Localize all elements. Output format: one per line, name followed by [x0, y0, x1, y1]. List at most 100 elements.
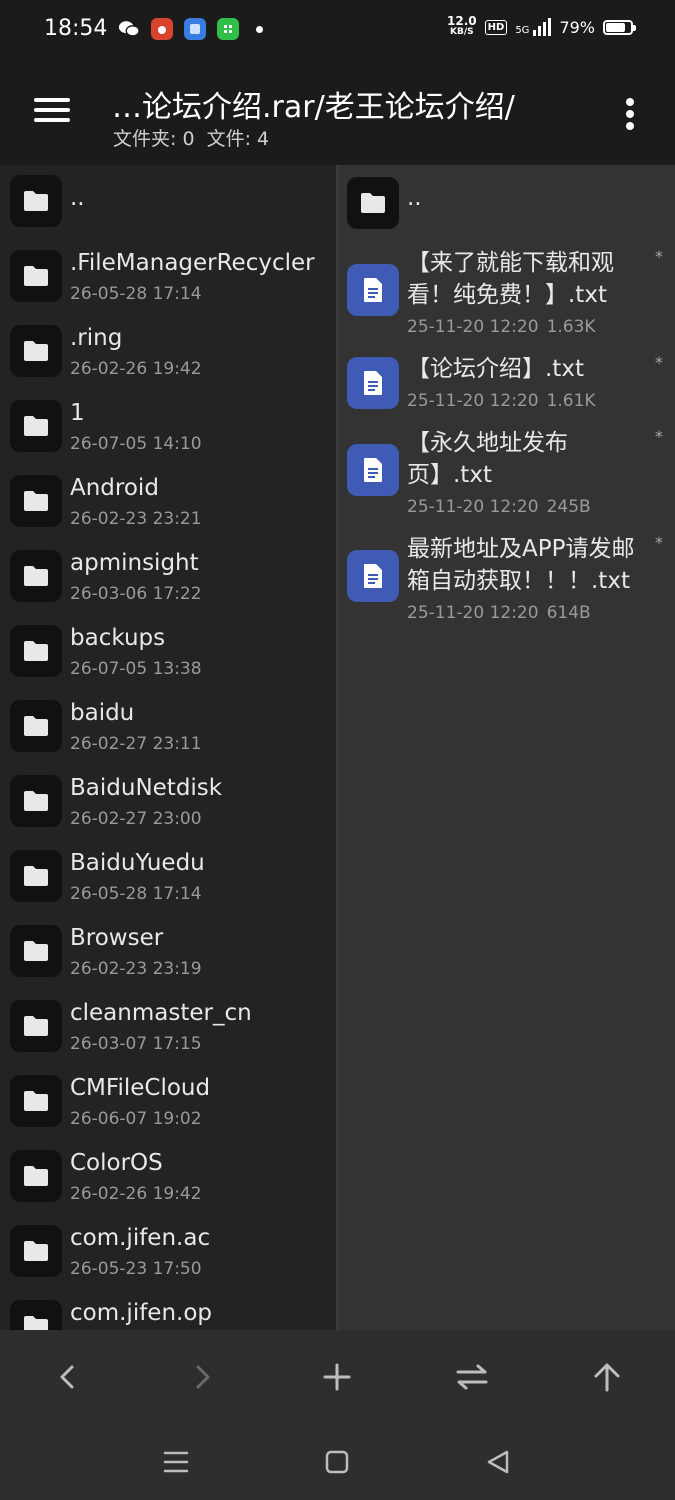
more-options-icon[interactable]: [620, 96, 640, 132]
parent-folder-row[interactable]: ..: [339, 177, 675, 237]
folder-icon: [347, 177, 399, 229]
file-mark: *: [655, 533, 663, 552]
file-size: 1.63K: [546, 317, 596, 337]
folder-name: backups: [70, 625, 166, 651]
swap-panes-icon[interactable]: [447, 1352, 497, 1402]
folder-icon: [10, 325, 62, 377]
text-file-icon: [347, 444, 399, 496]
file-mark: *: [655, 427, 663, 446]
menu-icon[interactable]: [32, 96, 72, 126]
folder-row[interactable]: CMFileCloud 26-06-07 19:02: [0, 1075, 336, 1145]
folder-icon: [10, 475, 62, 527]
file-name: 【论坛介绍】.txt: [407, 353, 637, 385]
file-date-size: 25-11-20 12:20 614B: [407, 603, 591, 623]
up-arrow-icon[interactable]: [582, 1352, 632, 1402]
file-row[interactable]: 【论坛介绍】.txt 25-11-20 12:20 1.61K *: [339, 353, 675, 419]
parent-folder-label: ..: [407, 185, 422, 211]
folder-row[interactable]: .FileManagerRecycler 26-05-28 17:14: [0, 250, 336, 320]
file-name-line1: 最新地址及APP请发邮: [407, 536, 635, 562]
file-mark: *: [655, 247, 663, 266]
home-icon[interactable]: [317, 1442, 357, 1482]
folder-name: BaiduNetdisk: [70, 775, 223, 801]
folder-date: 26-05-23 17:50: [70, 1259, 202, 1279]
folder-name: apminsight: [70, 550, 199, 576]
folder-row[interactable]: apminsight 26-03-06 17:22: [0, 550, 336, 620]
folder-date: 26-02-26 19:42: [70, 359, 202, 379]
text-file-icon: [347, 550, 399, 602]
folder-name: 1: [70, 400, 85, 426]
folder-date: 26-02-26 19:42: [70, 1184, 202, 1204]
file-date-size: 25-11-20 12:20 1.61K: [407, 391, 596, 411]
folder-row[interactable]: cleanmaster_cn 26-03-07 17:15: [0, 1000, 336, 1070]
file-size: 1.61K: [546, 391, 596, 411]
folder-row[interactable]: baidu 26-02-27 23:11: [0, 700, 336, 770]
folder-icon: [10, 1000, 62, 1052]
status-right: 12.0 KB/S HD 5G 79%: [447, 15, 636, 38]
folder-row[interactable]: Android 26-02-23 23:21: [0, 475, 336, 545]
file-name-line1: 【来了就能下载和观: [407, 250, 614, 276]
hd-icon: HD: [484, 19, 508, 35]
notification-icons: [118, 18, 263, 40]
folder-icon: [10, 775, 62, 827]
folder-icon: [10, 1300, 62, 1330]
folder-row[interactable]: ColorOS 26-02-26 19:42: [0, 1150, 336, 1220]
folder-name: .FileManagerRecycler: [70, 250, 315, 276]
bottom-toolbar: [0, 1330, 675, 1420]
path-title: …论坛介绍.rar/老王论坛介绍/: [112, 90, 515, 125]
file-date: 25-11-20 12:20: [407, 603, 539, 623]
folder-row[interactable]: BaiduYuedu 26-05-28 17:14: [0, 850, 336, 920]
folder-icon: [10, 1225, 62, 1277]
folder-icon: [10, 175, 62, 227]
parent-folder-label: ..: [70, 185, 85, 211]
file-mark: *: [655, 353, 663, 372]
file-date: 25-11-20 12:20: [407, 317, 539, 337]
folder-row[interactable]: BaiduNetdisk 26-02-27 23:00: [0, 775, 336, 845]
folder-name: Android: [70, 475, 159, 501]
folder-row[interactable]: backups 26-07-05 13:38: [0, 625, 336, 695]
wechat-icon: [118, 18, 140, 40]
folder-date: 26-02-23 23:19: [70, 959, 202, 979]
app-red-icon: [151, 18, 173, 40]
folder-icon: [10, 700, 62, 752]
left-file-pane[interactable]: .. .FileManagerRecycler 26-05-28 17:14 .rin…: [0, 165, 336, 1330]
right-file-pane[interactable]: .. 【来了就能下载和观 看！纯免费！】.txt 25-11-20 12:20 1.63…: [339, 165, 675, 1330]
folder-name: CMFileCloud: [70, 1075, 211, 1101]
back-triangle-icon[interactable]: [478, 1442, 518, 1482]
folder-row[interactable]: com.jifen.ac 26-05-23 17:50: [0, 1225, 336, 1295]
folder-name: cleanmaster_cn: [70, 1000, 252, 1026]
folder-row[interactable]: Browser 26-02-23 23:19: [0, 925, 336, 995]
folder-icon: [10, 1075, 62, 1127]
folder-name: ColorOS: [70, 1150, 163, 1176]
status-bar: 18:54 12.0 KB/S HD 5G 79%: [0, 0, 675, 60]
folder-row[interactable]: 1 26-07-05 14:10: [0, 400, 336, 470]
more-notifications-dot: [256, 25, 263, 33]
file-name-line2: 箱自动获取！！！.txt: [407, 568, 630, 594]
folder-icon: [10, 925, 62, 977]
file-date: 25-11-20 12:20: [407, 497, 539, 517]
add-icon[interactable]: [312, 1352, 362, 1402]
folder-icon: [10, 400, 62, 452]
file-name-line1: 【论坛介绍】.txt: [407, 356, 584, 382]
folder-date: 26-05-28 17:14: [70, 284, 202, 304]
file-row[interactable]: 最新地址及APP请发邮 箱自动获取！！！.txt 25-11-20 12:20 614…: [339, 533, 675, 633]
parent-folder-row[interactable]: ..: [0, 175, 336, 235]
back-arrow-icon[interactable]: [43, 1352, 93, 1402]
recents-icon[interactable]: [156, 1442, 196, 1482]
folder-icon: [10, 625, 62, 677]
folder-name: com.jifen.op: [70, 1300, 213, 1326]
folder-date: 26-02-27 23:11: [70, 734, 202, 754]
folder-row[interactable]: com.jifen.op: [0, 1300, 336, 1330]
battery-icon: [603, 19, 636, 35]
folder-date: 26-06-07 19:02: [70, 1109, 202, 1129]
file-row[interactable]: 【来了就能下载和观 看！纯免费！】.txt 25-11-20 12:20 1.63K *: [339, 247, 675, 347]
file-name: 【来了就能下载和观 看！纯免费！】.txt: [407, 247, 637, 311]
text-file-icon: [347, 357, 399, 409]
folder-date: 26-07-05 14:10: [70, 434, 202, 454]
folder-name: com.jifen.ac: [70, 1225, 211, 1251]
forward-arrow-icon[interactable]: [177, 1352, 227, 1402]
folder-date: 26-03-06 17:22: [70, 584, 202, 604]
file-size: 614B: [546, 603, 591, 623]
file-row[interactable]: 【永久地址发布 页】.txt 25-11-20 12:20 245B *: [339, 427, 675, 527]
folder-row[interactable]: .ring 26-02-26 19:42: [0, 325, 336, 395]
folder-name: .ring: [70, 325, 123, 351]
